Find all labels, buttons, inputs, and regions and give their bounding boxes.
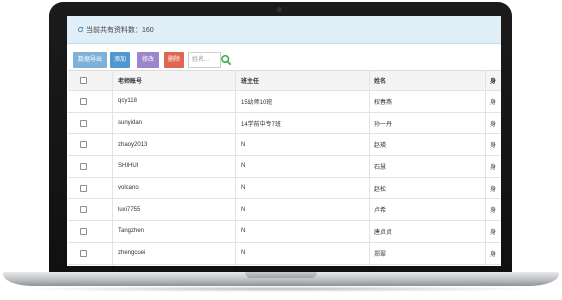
- column-header-name: 姓名: [374, 79, 387, 85]
- cell-name: 赵瑛: [374, 143, 387, 150]
- row-checkbox[interactable]: [80, 134, 87, 155]
- checkbox[interactable]: [80, 97, 87, 105]
- cell-account: SHIHUI: [118, 163, 139, 170]
- cell-name: 郑翠: [374, 251, 387, 258]
- cell-extra: 身: [490, 229, 497, 236]
- checkbox[interactable]: [80, 141, 87, 149]
- checkbox[interactable]: [80, 206, 87, 214]
- select-all-checkbox[interactable]: [80, 71, 87, 90]
- export-button[interactable]: 数据导出: [73, 52, 107, 68]
- cell-extra: 身: [490, 186, 497, 193]
- row-checkbox[interactable]: [80, 199, 87, 220]
- cell-head-teacher: N: [241, 163, 246, 170]
- delete-button[interactable]: 删除: [164, 52, 184, 68]
- row-checkbox[interactable]: [80, 156, 87, 177]
- column-header-account: 老师账号: [118, 79, 143, 85]
- column-header-extra: 身: [490, 79, 497, 85]
- cell-head-teacher: N: [241, 185, 246, 192]
- search-icon[interactable]: [220, 53, 232, 67]
- record-count-label: 当前共有资料数：160: [86, 27, 154, 34]
- cell-extra: 身: [490, 143, 497, 150]
- cell-head-teacher: N: [241, 265, 245, 267]
- name-search-input[interactable]: 姓名...: [188, 52, 221, 68]
- table-row[interactable]: zhaoqinghua N 赵青华 身: [68, 264, 501, 267]
- table-row[interactable]: volcano N 赵松 身: [68, 177, 501, 200]
- cell-account: Tangzhen: [118, 228, 145, 235]
- cell-extra: 身: [490, 121, 497, 128]
- cell-account: zhaoy2013: [118, 141, 148, 148]
- table-row[interactable]: SHIHUI N 石慧 身: [68, 156, 501, 178]
- cell-account: sunyidan: [118, 120, 143, 127]
- cell-extra: 身: [490, 208, 497, 215]
- checkbox[interactable]: [80, 184, 87, 192]
- row-checkbox[interactable]: [80, 265, 87, 267]
- row-checkbox[interactable]: [80, 178, 87, 199]
- table-row[interactable]: sunyidan 14学前中专7班 孙一丹 身: [68, 112, 501, 135]
- table-header-row: 老师账号 班主任 姓名 身: [68, 70, 501, 91]
- table-row[interactable]: luxi7755 N 卢希 身: [68, 199, 501, 222]
- cell-extra: 身: [490, 164, 497, 171]
- laptop-shadow: [18, 286, 544, 292]
- cell-head-teacher: N: [241, 141, 246, 148]
- checkbox[interactable]: [80, 249, 87, 257]
- table-row[interactable]: zhengcuei N 郑翠身: [68, 242, 501, 265]
- cell-name: 赵松: [374, 186, 387, 193]
- row-checkbox[interactable]: [80, 91, 87, 112]
- row-checkbox[interactable]: [80, 221, 87, 242]
- column-header-head-teacher: 班主任: [241, 79, 260, 85]
- info-bar: 当前共有资料数：160: [67, 16, 501, 44]
- table-row[interactable]: zhaoy2013 N 赵瑛 身: [68, 134, 501, 157]
- checkbox[interactable]: [80, 227, 87, 235]
- camera-icon: [277, 7, 282, 12]
- add-button[interactable]: 添加: [110, 52, 130, 68]
- record-count-text: 当前共有资料数：160: [77, 25, 154, 35]
- teacher-table: 老师账号 班主任 姓名 身 qcy118 15幼师10班 权春燕身 sunyidan 1…: [68, 70, 501, 266]
- screen: 当前共有资料数：160 数据导出 添加 修改 删除 姓名... 老师账号 班主任…: [67, 16, 501, 266]
- row-checkbox[interactable]: [80, 113, 87, 134]
- cell-account: qcy118: [118, 98, 137, 105]
- cell-name: 唐贞贞: [374, 229, 393, 236]
- cell-head-teacher: N: [241, 250, 246, 257]
- cell-name: 赵青华: [374, 265, 392, 267]
- cell-account: luxi7755: [118, 206, 141, 213]
- cell-head-teacher: N: [241, 206, 246, 213]
- checkbox[interactable]: [80, 119, 87, 127]
- cell-head-teacher: 14学前中专7班: [241, 121, 282, 128]
- toolbar: 数据导出 添加 修改 删除 姓名...: [67, 52, 501, 68]
- cell-extra: 身: [490, 251, 497, 258]
- cell-account: zhaoqinghua: [118, 265, 152, 267]
- cell-extra: 身: [490, 99, 497, 106]
- cell-name: 权春燕: [374, 99, 393, 106]
- cell-extra: 身: [490, 265, 496, 267]
- row-checkbox[interactable]: [80, 243, 87, 264]
- cell-account: volcano: [118, 185, 139, 192]
- cell-head-teacher: N: [241, 228, 246, 235]
- table-row[interactable]: Tangzhen N 唐贞贞 身: [68, 221, 501, 243]
- edit-button[interactable]: 修改: [137, 52, 159, 68]
- cell-account: zhengcuei: [118, 250, 146, 257]
- laptop-notch: [245, 272, 317, 278]
- table-row[interactable]: qcy118 15幼师10班 权春燕 身: [68, 91, 501, 113]
- cell-name: 石慧: [374, 164, 387, 171]
- cell-head-teacher: 15幼师10班: [241, 99, 273, 106]
- refresh-icon: [77, 26, 84, 33]
- cell-name: 卢希: [374, 208, 387, 215]
- cell-name: 孙一丹: [374, 121, 393, 128]
- checkbox[interactable]: [80, 162, 87, 170]
